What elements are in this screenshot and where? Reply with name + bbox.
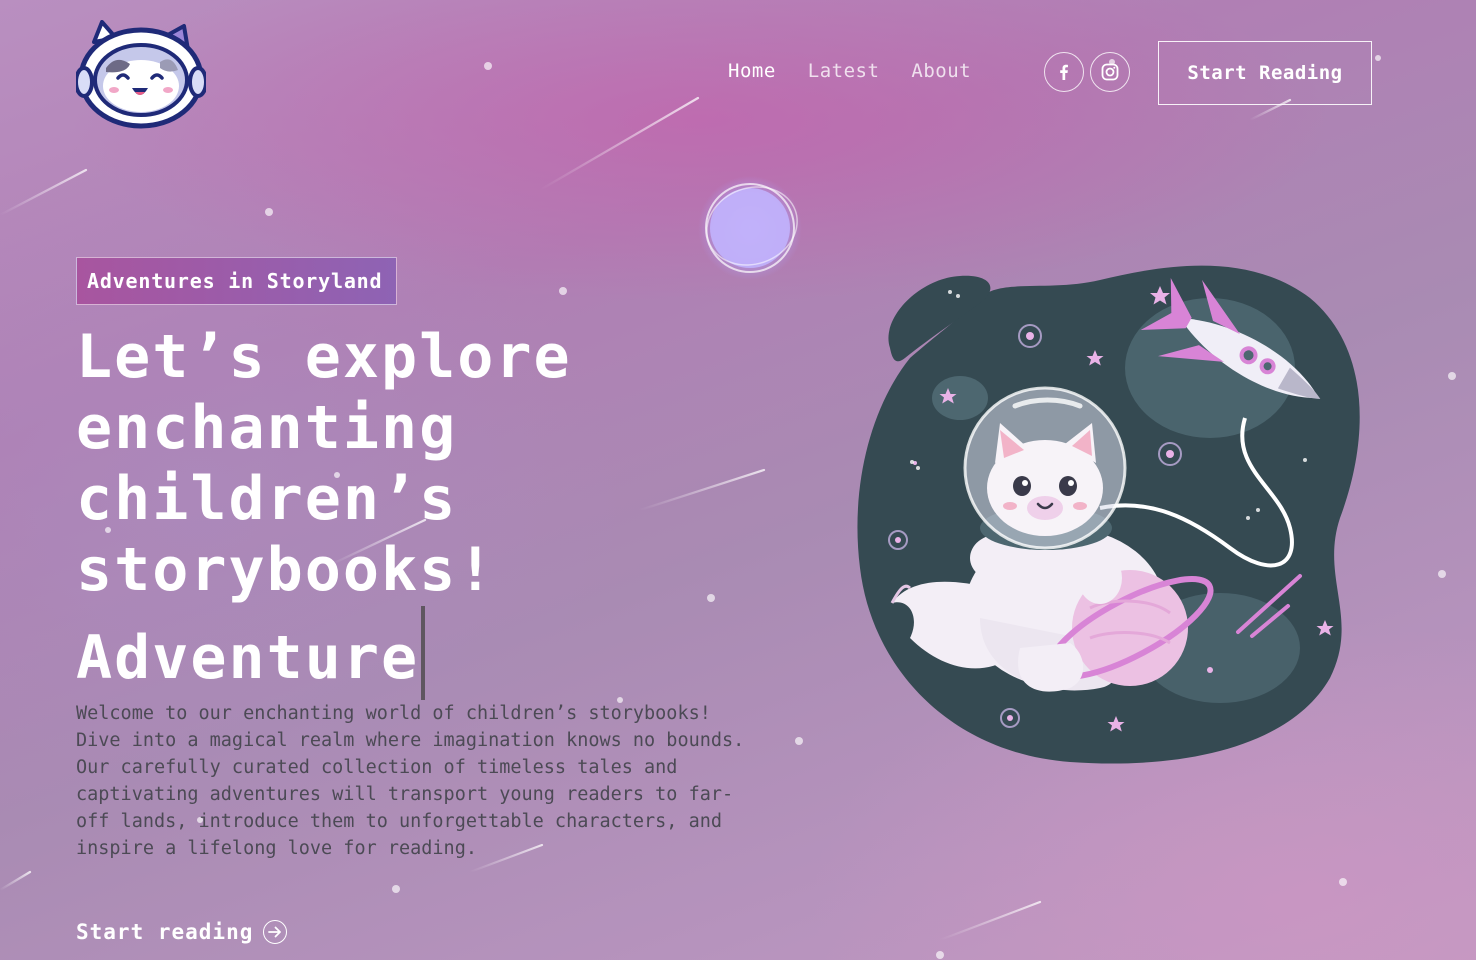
headline-line: children’s (76, 464, 458, 534)
facebook-icon (1060, 64, 1068, 80)
arrow-right-icon (263, 920, 288, 944)
glowing-planet-decoration (698, 176, 802, 280)
hero-description: Welcome to our enchanting world of child… (76, 703, 745, 859)
headline-line: storybooks! (76, 535, 496, 605)
headline-line: Let’s explore (76, 322, 572, 392)
nav-about-link[interactable]: About (895, 58, 987, 84)
instagram-icon (1101, 63, 1119, 81)
nav-latest-link[interactable]: Latest (792, 58, 896, 84)
typed-line: Adventure (76, 606, 716, 700)
main-nav: Home Latest About (712, 58, 987, 84)
start-reading-button[interactable]: Start Reading (1158, 41, 1372, 105)
typed-word: Adventure (76, 623, 420, 693)
social-links (1044, 52, 1130, 92)
astronaut-cat-space-illustration (857, 265, 1360, 764)
astronaut-cat-logo[interactable] (74, 20, 208, 130)
start-reading-link[interactable]: Start reading (76, 920, 288, 944)
typing-caret (421, 606, 426, 700)
hero-headline: Let’s explore enchanting children’s stor… (76, 322, 716, 700)
hero-tag: Adventures in Storyland (76, 257, 397, 305)
headline-line: enchanting (76, 393, 458, 463)
instagram-button[interactable] (1090, 52, 1130, 92)
facebook-button[interactable] (1044, 52, 1084, 92)
nav-home-link[interactable]: Home (712, 58, 792, 84)
start-reading-link-label: Start reading (76, 920, 254, 944)
